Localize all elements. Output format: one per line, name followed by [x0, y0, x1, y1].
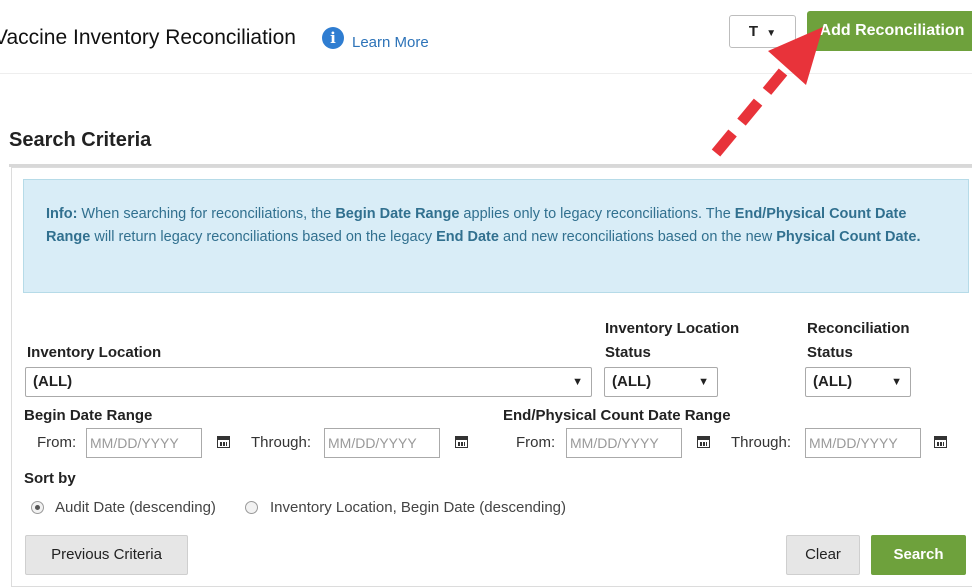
inventory-location-label: Inventory Location [27, 344, 162, 361]
begin-from-input[interactable]: MM/DD/YYYY [86, 428, 202, 458]
inventory-location-select[interactable]: (ALL) ▼ [25, 367, 592, 397]
search-button[interactable]: Search [871, 535, 966, 575]
chevron-down-icon: ▼ [572, 376, 583, 388]
end-from-input[interactable]: MM/DD/YYYY [566, 428, 682, 458]
chevron-down-icon: ▼ [891, 376, 902, 388]
end-date-range-label: End/Physical Count Date Range [503, 407, 731, 424]
calendar-icon[interactable] [934, 436, 947, 448]
info-circle-icon[interactable]: i [322, 27, 344, 49]
add-reconciliation-button[interactable]: Add Reconciliation [807, 11, 972, 51]
begin-from-label: From: [37, 434, 77, 451]
sort-inventory-location-label[interactable]: Inventory Location, Begin Date (descendi… [270, 499, 566, 516]
reconciliation-status-label-1: Reconciliation [807, 320, 910, 337]
header-divider [0, 73, 972, 74]
inventory-location-status-label-2: Status [605, 344, 651, 361]
end-through-input[interactable]: MM/DD/YYYY [805, 428, 921, 458]
chevron-down-icon: ▼ [766, 28, 777, 39]
clear-button[interactable]: Clear [786, 535, 860, 575]
tool-icon: T [748, 23, 759, 40]
page-title: Vaccine Inventory Reconciliation [0, 26, 296, 49]
begin-through-label: Through: [251, 434, 312, 451]
search-criteria-title: Search Criteria [9, 129, 152, 151]
end-through-label: Through: [731, 434, 792, 451]
begin-through-input[interactable]: MM/DD/YYYY [324, 428, 440, 458]
calendar-icon[interactable] [217, 436, 230, 448]
previous-criteria-button[interactable]: Previous Criteria [25, 535, 188, 575]
end-from-label: From: [516, 434, 556, 451]
calendar-icon[interactable] [455, 436, 468, 448]
sort-audit-date-label[interactable]: Audit Date (descending) [55, 499, 216, 516]
tools-dropdown-button[interactable]: T ▼ [729, 15, 796, 48]
reconciliation-status-select[interactable]: (ALL) ▼ [805, 367, 911, 397]
begin-date-range-label: Begin Date Range [24, 407, 153, 424]
calendar-icon[interactable] [697, 436, 710, 448]
sort-audit-date-radio[interactable] [31, 501, 44, 514]
info-alert-text: Info: When searching for reconciliations… [46, 206, 921, 245]
learn-more-link[interactable]: Learn More [352, 34, 429, 51]
inventory-location-status-select[interactable]: (ALL) ▼ [604, 367, 718, 397]
sort-inventory-location-radio[interactable] [245, 501, 258, 514]
sort-by-label: Sort by [24, 470, 76, 487]
inventory-location-status-label-1: Inventory Location [605, 320, 740, 337]
reconciliation-status-label-2: Status [807, 344, 853, 361]
chevron-down-icon: ▼ [698, 376, 709, 388]
